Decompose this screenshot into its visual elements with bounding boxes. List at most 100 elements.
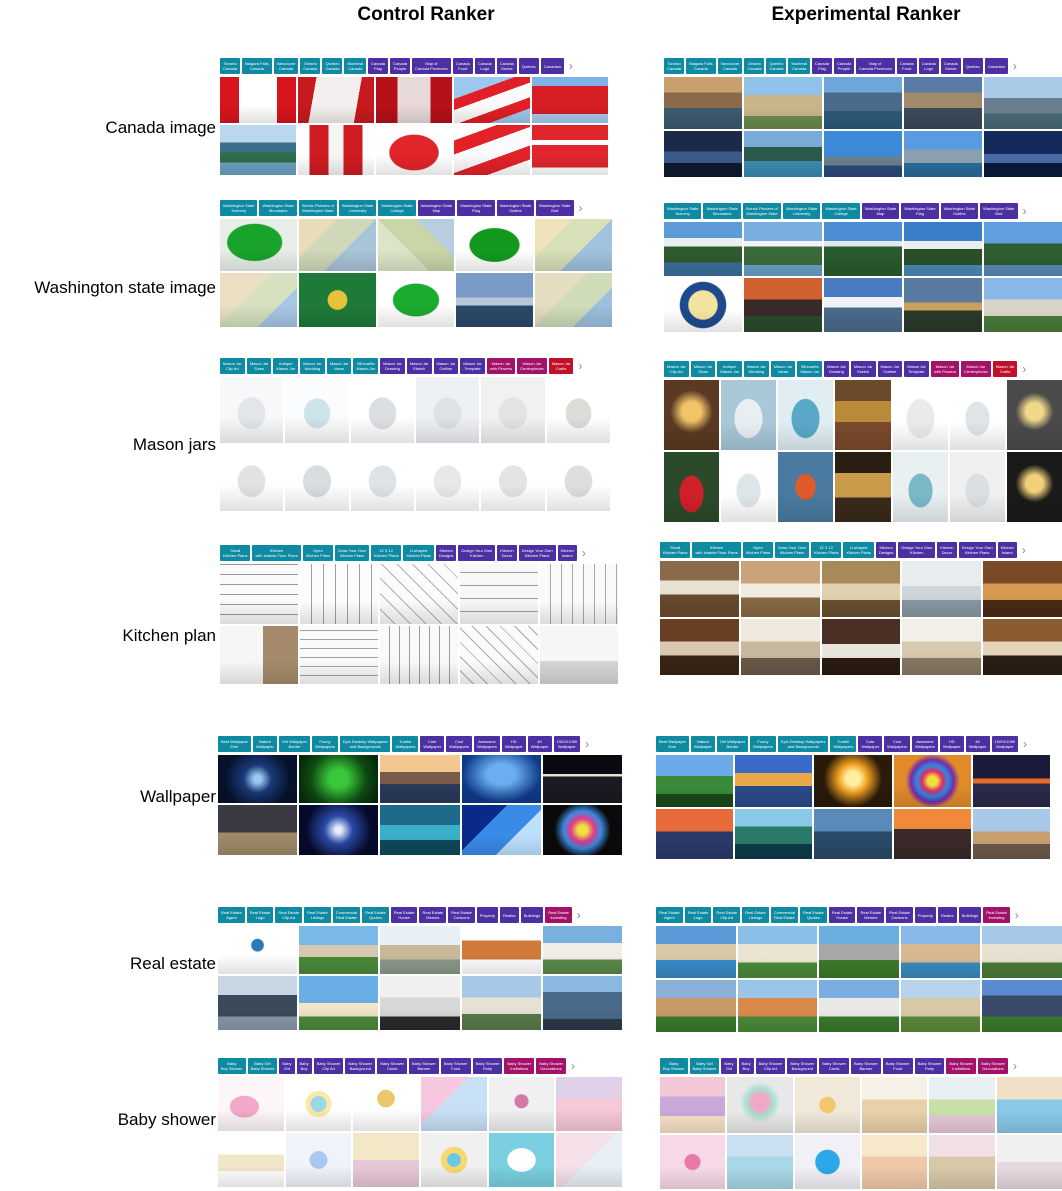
related-search-chip[interactable]: Real Estate Investing [545, 907, 572, 923]
image-thumbnail[interactable] [220, 626, 298, 684]
image-thumbnail[interactable] [461, 926, 541, 974]
related-search-chip[interactable]: Baby Shower Cards [377, 1058, 408, 1074]
image-thumbnail[interactable] [656, 980, 736, 1032]
image-thumbnail[interactable] [285, 445, 349, 511]
image-thumbnail[interactable] [824, 77, 902, 129]
related-search-chip[interactable]: Washington State Flag [901, 203, 939, 219]
related-search-chip[interactable]: Real Estate Cartoons [886, 907, 913, 923]
image-thumbnail[interactable] [664, 380, 720, 450]
image-thumbnail[interactable] [220, 219, 297, 271]
related-search-chip[interactable]: Mason Jar Centerpieces [961, 361, 991, 377]
related-search-chip[interactable]: Baby Boy Shower [660, 1058, 688, 1074]
related-search-chip[interactable]: Mason Jar Drawing [824, 361, 849, 377]
related-search-chip[interactable]: Funny Wallpapers [750, 736, 776, 752]
image-thumbnail[interactable] [892, 452, 948, 522]
related-search-chip[interactable]: Vancouver Canada [273, 58, 299, 74]
image-thumbnail[interactable] [794, 1077, 860, 1133]
image-thumbnail[interactable] [299, 976, 379, 1030]
image-thumbnail[interactable] [220, 273, 297, 327]
image-thumbnail[interactable] [542, 926, 622, 974]
related-search-chip[interactable]: 4K Wallpaper [527, 736, 552, 752]
image-thumbnail[interactable] [218, 926, 298, 974]
related-search-chip[interactable]: Baby Shower Invitations [504, 1058, 535, 1074]
related-search-chip[interactable]: Canada Geese [940, 58, 961, 74]
related-search-chip[interactable]: Montreal Canada [788, 58, 811, 74]
related-search-chip[interactable]: 1920X1080 Wallpaper [553, 736, 581, 752]
related-search-chip[interactable]: Washington State Map [417, 200, 456, 216]
related-search-chip[interactable]: Antique Mason Jar [273, 358, 299, 374]
related-search-chip[interactable]: Real Estate House [828, 907, 856, 923]
related-search-chip[interactable]: Kitchen with Islands Floor Plans [692, 542, 741, 558]
image-thumbnail[interactable] [904, 131, 982, 177]
related-search-chip[interactable]: Washington State Mountains [259, 200, 297, 216]
image-thumbnail[interactable] [546, 445, 610, 511]
image-thumbnail[interactable] [535, 219, 612, 271]
image-thumbnail[interactable] [824, 278, 902, 332]
image-thumbnail[interactable] [556, 1077, 622, 1131]
image-thumbnail[interactable] [996, 1135, 1062, 1189]
related-search-chip[interactable]: Baby Girl [721, 1058, 737, 1074]
image-thumbnail[interactable] [902, 619, 982, 675]
image-thumbnail[interactable] [380, 976, 460, 1030]
related-search-chip[interactable]: Girl Wallpaper Border [716, 736, 749, 752]
related-search-chip[interactable]: Baby Shower Party [914, 1058, 945, 1074]
related-search-chip[interactable]: Mason Jar Outline [877, 361, 903, 377]
image-thumbnail[interactable] [892, 380, 948, 450]
image-thumbnail[interactable] [285, 1133, 352, 1187]
related-search-chip[interactable]: Baby Shower Background [345, 1058, 376, 1074]
related-search-chip[interactable]: Mason Jar Clip Art [664, 361, 689, 377]
image-thumbnail[interactable] [727, 1135, 793, 1189]
related-search-chip[interactable]: Baby Shower Food [440, 1058, 471, 1074]
image-thumbnail[interactable] [542, 976, 622, 1030]
image-thumbnail[interactable] [664, 222, 742, 276]
related-search-chip[interactable]: Draw Your Own Kitchen Plans [775, 542, 809, 558]
chevron-right-icon[interactable]: › [1020, 203, 1030, 219]
related-search-chip[interactable]: Kitchen Designs [435, 545, 457, 561]
image-thumbnail[interactable] [983, 561, 1062, 617]
related-search-chip[interactable]: Real Estate Clip Art [713, 907, 741, 923]
image-thumbnail[interactable] [377, 219, 455, 271]
related-search-chip[interactable]: Baby Shower Clip Art [755, 1058, 786, 1074]
related-search-chip[interactable]: Design Your Own Kitchen [458, 545, 496, 561]
related-search-chip[interactable]: Mason Jar Centerpieces [517, 358, 547, 374]
image-thumbnail[interactable] [540, 564, 618, 624]
related-search-chip[interactable]: Real Estate Agent [218, 907, 245, 923]
image-thumbnail[interactable] [740, 561, 820, 617]
image-thumbnail[interactable] [721, 452, 777, 522]
related-search-chip[interactable]: Washington State Outline [940, 203, 979, 219]
related-search-chip[interactable]: Mason Jar Clip Art [220, 358, 245, 374]
image-thumbnail[interactable] [542, 755, 622, 803]
related-search-chip[interactable]: Property [476, 907, 498, 923]
image-thumbnail[interactable] [488, 1077, 555, 1131]
related-search-chip[interactable]: Funny Wallpapers [312, 736, 338, 752]
related-search-chip[interactable]: Girl Wallpaper Border [278, 736, 311, 752]
image-thumbnail[interactable] [481, 377, 545, 443]
image-thumbnail[interactable] [461, 976, 541, 1030]
related-search-chip[interactable]: 4K Wallpaper [965, 736, 990, 752]
image-thumbnail[interactable] [535, 273, 612, 327]
related-search-chip[interactable]: Washington State Bird [980, 203, 1018, 219]
image-thumbnail[interactable] [735, 755, 813, 807]
image-thumbnail[interactable] [735, 809, 813, 859]
chevron-right-icon[interactable]: › [576, 200, 586, 216]
image-thumbnail[interactable] [824, 131, 902, 177]
related-search-chip[interactable]: Realtor [937, 907, 957, 923]
image-thumbnail[interactable] [461, 805, 541, 855]
chevron-right-icon[interactable]: › [1019, 361, 1029, 377]
image-thumbnail[interactable] [984, 131, 1062, 177]
related-search-chip[interactable]: Baby Shower Food [882, 1058, 913, 1074]
related-search-chip[interactable]: Tumblr Wallpapers [392, 736, 419, 752]
chevron-right-icon[interactable]: › [574, 907, 584, 923]
related-search-chip[interactable]: Mason Jar Sketch [850, 361, 876, 377]
image-thumbnail[interactable] [220, 564, 298, 624]
related-search-chip[interactable]: Ontario Canada [744, 58, 765, 74]
related-search-chip[interactable]: Canada People [390, 58, 411, 74]
image-thumbnail[interactable] [542, 805, 622, 855]
related-search-chip[interactable]: Best Wallpaper Ever [218, 736, 251, 752]
image-thumbnail[interactable] [835, 452, 891, 522]
image-thumbnail[interactable] [656, 809, 734, 859]
related-search-chip[interactable]: Mason Jar Sizes [246, 358, 272, 374]
image-thumbnail[interactable] [353, 1133, 420, 1187]
related-search-chip[interactable]: Open Kitchen Plans [742, 542, 774, 558]
related-search-chip[interactable]: Real Estate Investing [983, 907, 1010, 923]
